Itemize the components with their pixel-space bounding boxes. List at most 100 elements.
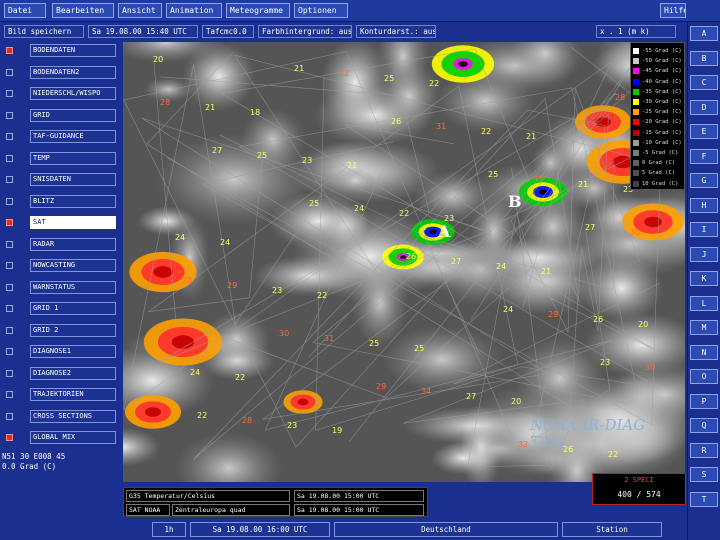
layer-button[interactable]: TRAJEKTORIEN: [30, 388, 116, 401]
layer-button[interactable]: NOWCASTING: [30, 259, 116, 272]
right-toolbar: ABCDEFGHIJKLMNOPQRST: [687, 22, 720, 540]
layer-checkbox[interactable]: [6, 305, 13, 312]
map-tool-button[interactable]: C: [690, 75, 718, 90]
region-selector[interactable]: x . 1 (m k): [596, 25, 676, 38]
layer-button[interactable]: GRID 1: [30, 302, 116, 315]
layer-checkbox[interactable]: [6, 90, 13, 97]
layer-checkbox[interactable]: [6, 176, 13, 183]
legend-entry: -40 Grad (C): [633, 77, 685, 87]
layer-checkbox[interactable]: [6, 391, 13, 398]
layer-button[interactable]: GRID 2: [30, 323, 116, 337]
map-tool-button[interactable]: G: [690, 173, 718, 188]
storm-cell: [129, 251, 197, 293]
map-tool-button[interactable]: J: [690, 246, 718, 262]
layer-checkbox[interactable]: [6, 412, 13, 420]
station-value: 25: [309, 199, 319, 208]
info-parameter: G35 Temperatur/Celsius: [126, 490, 290, 502]
map-tool-button[interactable]: D: [690, 99, 718, 115]
map-tool-button[interactable]: B: [690, 50, 718, 66]
station-value: 31: [324, 334, 334, 343]
map-tool-button[interactable]: M: [690, 320, 718, 335]
menu-datei[interactable]: Datei: [4, 3, 46, 18]
layer-button[interactable]: BLITZ: [30, 194, 116, 208]
layer-checkbox[interactable]: [6, 133, 13, 140]
layer-checkbox[interactable]: [6, 434, 13, 441]
menu-optionen[interactable]: Optionen: [294, 3, 348, 18]
layer-checkbox[interactable]: [6, 197, 13, 205]
station-value: 23: [287, 421, 297, 430]
station-value: 23: [302, 156, 312, 165]
layer-button[interactable]: RADAR: [30, 237, 116, 251]
save-image-button[interactable]: Bild speichern: [4, 25, 84, 38]
layer-row: GRID 1: [0, 302, 122, 316]
layer-button[interactable]: BODENDATEN: [30, 44, 116, 57]
station-value: 31: [436, 122, 446, 131]
time-step-button[interactable]: 1h: [152, 522, 186, 537]
layer-checkbox[interactable]: [6, 348, 13, 355]
layer-button[interactable]: NIEDERSCHL/WISPO: [30, 87, 116, 100]
layer-checkbox[interactable]: [6, 68, 13, 76]
map-tool-button[interactable]: I: [690, 222, 718, 237]
layer-button[interactable]: CROSS SECTIONS: [30, 409, 116, 423]
station-value: 22: [399, 209, 409, 218]
menu-hilfe[interactable]: Hilfe: [660, 3, 686, 18]
pressure-letter: B: [508, 192, 522, 211]
speci-count[interactable]: 2 SPECI: [593, 474, 685, 487]
station-value: 20: [511, 397, 521, 406]
color-background-toggle[interactable]: Farbhintergrund: aus: [258, 25, 352, 38]
region-button[interactable]: Deutschland: [334, 522, 558, 537]
layer-button[interactable]: DIAGNOSE2: [30, 366, 116, 380]
datetime-display[interactable]: Sa 19.08.00 15:40 UTC: [88, 25, 198, 38]
layer-checkbox[interactable]: [6, 283, 13, 291]
station-value: 29: [227, 281, 237, 290]
map-tool-button[interactable]: N: [690, 344, 718, 360]
map-tool-button[interactable]: E: [690, 124, 718, 139]
layer-button[interactable]: BODENDATEN2: [30, 65, 116, 79]
layer-checkbox[interactable]: [6, 240, 13, 248]
layer-checkbox[interactable]: [6, 219, 13, 226]
map-tool-button[interactable]: Q: [690, 418, 718, 433]
map-tool-button[interactable]: K: [690, 271, 718, 286]
menu-bearbeiten[interactable]: Bearbeiten: [52, 3, 114, 18]
layer-button[interactable]: SAT: [30, 216, 116, 229]
layer-checkbox[interactable]: [6, 154, 13, 162]
map-tool-button[interactable]: T: [690, 491, 718, 507]
layer-button[interactable]: GLOBAL MIX: [30, 431, 116, 444]
contour-toggle[interactable]: Konturdarst.: aus: [356, 25, 436, 38]
zoom-level[interactable]: 400 / 574: [593, 487, 685, 503]
legend-swatch: [633, 139, 639, 146]
map-tool-button[interactable]: P: [690, 393, 718, 409]
map-tool-button[interactable]: S: [690, 467, 718, 482]
current-time-display[interactable]: Sa 19.08.00 16:00 UTC: [190, 522, 330, 537]
layer-button[interactable]: TAF-GUIDANCE: [30, 130, 116, 143]
layer-button[interactable]: GRID: [30, 108, 116, 122]
layer-button[interactable]: SNISDATEN: [30, 173, 116, 186]
layer-button[interactable]: WARNSTATUS: [30, 280, 116, 294]
map-tool-button[interactable]: R: [690, 442, 718, 458]
layer-row: TEMP: [0, 151, 122, 166]
layer-checkbox[interactable]: [6, 326, 13, 334]
legend-swatch: [633, 109, 639, 116]
legend-label: -5 Grad (C): [642, 150, 679, 156]
map-tool-button[interactable]: A: [690, 26, 718, 41]
map-tool-button[interactable]: O: [690, 369, 718, 384]
station-mode-button[interactable]: Station: [562, 522, 662, 537]
layer-checkbox[interactable]: [6, 47, 13, 54]
map-tool-button[interactable]: H: [690, 197, 718, 213]
legend-entry: -5 Grad (C): [633, 148, 685, 158]
field-selector[interactable]: Tafcmc0.0: [202, 25, 254, 38]
menu-meteogramme[interactable]: Meteogramme: [226, 3, 290, 18]
map-tool-button[interactable]: L: [690, 295, 718, 311]
layer-checkbox[interactable]: [6, 369, 13, 377]
map-tool-button[interactable]: F: [690, 148, 718, 164]
layer-checkbox[interactable]: [6, 262, 13, 269]
legend-entry: 5 Grad (C): [633, 168, 685, 178]
menu-animation[interactable]: Animation: [166, 3, 222, 18]
menu-ansicht[interactable]: Ansicht: [118, 3, 162, 18]
station-value: 18: [250, 108, 260, 117]
layer-row: GRID: [0, 108, 122, 123]
layer-checkbox[interactable]: [6, 111, 13, 119]
layer-button[interactable]: TEMP: [30, 151, 116, 165]
legend-entry: -20 Grad (C): [633, 117, 685, 127]
layer-button[interactable]: DIAGNOSE1: [30, 345, 116, 358]
